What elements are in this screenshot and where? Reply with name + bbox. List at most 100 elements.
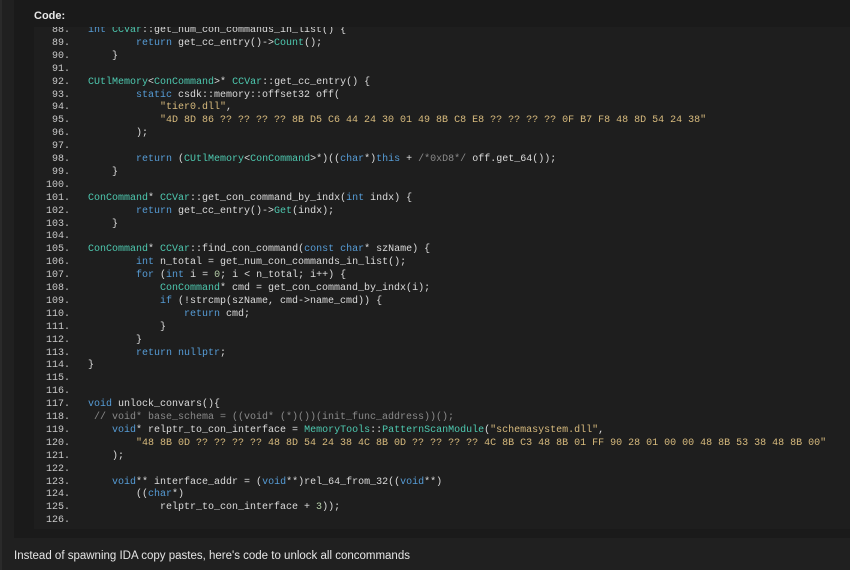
code-token: >*)(( [310, 154, 341, 165]
code-token: for [136, 270, 161, 282]
code-token: } [88, 166, 119, 178]
code-line: 113. return nullptr; [34, 347, 850, 360]
code-token: int [136, 257, 161, 269]
line-number: 89. [51, 37, 70, 49]
code-token: return [136, 154, 179, 165]
code-line: 122. [34, 463, 850, 476]
code-text: void unlock_convars(){ [88, 398, 220, 411]
line-number: 91. [51, 63, 70, 75]
code-token: * relptr_to_con_interface = [136, 424, 305, 436]
code-token: * szName) { [364, 244, 431, 256]
code-token: void [262, 476, 287, 488]
line-number: 112. [45, 334, 70, 346]
code-token: } [88, 321, 167, 333]
code-token: } [88, 50, 119, 62]
code-line: 91. [34, 63, 850, 76]
code-line: 106. int n_total = get_num_con_commands_… [34, 256, 850, 269]
post-body-text: Instead of spawning IDA copy pastes, her… [14, 550, 410, 562]
line-number: 105. [45, 244, 70, 256]
code-token: static [136, 89, 179, 101]
code-line: 93. static csdk::memory::offset32 off( [34, 89, 850, 102]
code-token: :: [370, 424, 383, 436]
code-line: 117. void unlock_convars(){ [34, 398, 850, 411]
code-token: ::get_num_con_commands_in_list() { [142, 27, 347, 36]
code-line: 97. [34, 140, 850, 153]
line-number: 102. [45, 205, 70, 217]
code-text: if (!strcmp(szName, cmd->name_cmd)) { [88, 295, 382, 308]
code-line: 125. relptr_to_con_interface + 3)); [34, 501, 850, 514]
code-text: ConCommand* CCVar::get_con_command_by_in… [88, 192, 412, 205]
line-number: 96. [51, 128, 70, 140]
code-text: int CCVar::get_num_con_commands_in_list(… [88, 27, 346, 37]
code-text: } [88, 218, 118, 231]
forum-post: Code: 88. int CCVar::get_num_con_commands… [0, 0, 850, 570]
code-token: char [148, 489, 173, 501]
line-number: 119. [45, 424, 70, 436]
line-number: 103. [45, 218, 70, 230]
line-number: 106. [45, 257, 70, 269]
code-text: return nullptr; [88, 347, 226, 360]
code-text: } [88, 50, 118, 63]
code-token: Get [274, 205, 293, 217]
code-line: 95. "4D 8D 86 ?? ?? ?? ?? 8B D5 C6 44 24… [34, 114, 850, 127]
code-token: * [148, 192, 161, 204]
line-number: 92. [51, 76, 70, 88]
code-line: 123. void** interface_addr = (void**)rel… [34, 476, 850, 489]
line-number: 94. [51, 102, 70, 114]
code-line: 92. CUtlMemory<ConCommand>* CCVar::get_cc… [34, 76, 850, 89]
line-number: 95. [51, 115, 70, 127]
line-number: 99. [51, 166, 70, 178]
code-token: >* [214, 76, 233, 88]
code-text: ConCommand* cmd = get_con_command_by_ind… [88, 282, 430, 295]
code-token: const char [304, 244, 365, 256]
code-line: 121. ); [34, 450, 850, 463]
code-area[interactable]: 88. int CCVar::get_num_con_commands_in_li… [34, 27, 850, 529]
line-number: 97. [51, 141, 70, 153]
code-text: ); [88, 127, 148, 140]
code-token: CUtlMemory [88, 76, 149, 88]
code-token: , [226, 102, 233, 114]
code-token: (( [88, 489, 149, 501]
code-token: indx) { [370, 192, 413, 204]
code-line: 96. ); [34, 127, 850, 140]
code-text: "4D 8D 86 ?? ?? ?? ?? 8B D5 C6 44 24 30 … [88, 114, 706, 127]
code-header-label: Code: [34, 10, 66, 22]
code-text: for (int i = 0; i < n_total; i++) { [88, 269, 346, 282]
code-line: 104. [34, 230, 850, 243]
code-line: 90. } [34, 50, 850, 63]
code-token: , [598, 424, 605, 436]
code-line: 110. return cmd; [34, 308, 850, 321]
line-number: 88. [51, 27, 70, 36]
line-number: 116. [45, 386, 70, 398]
line-number: 121. [45, 450, 70, 462]
code-token: CUtlMemory [184, 154, 245, 165]
code-token: off.get_64()); [472, 154, 557, 165]
code-token: int [166, 270, 191, 282]
line-number: 108. [45, 283, 70, 294]
left-border [0, 0, 2, 570]
code-line: 115. [34, 372, 850, 385]
code-text: } [88, 166, 118, 179]
code-text: } [88, 334, 142, 347]
code-line: 89. return get_cc_entry()->Count(); [34, 37, 850, 50]
code-token: *) [364, 154, 377, 165]
line-number: 93. [51, 89, 70, 101]
code-line: 114.} [34, 359, 850, 372]
code-line: 107. for (int i = 0; i < n_total; i++) { [34, 269, 850, 282]
code-line: 116. [34, 385, 850, 398]
code-text: CUtlMemory<ConCommand>* CCVar::get_cc_en… [88, 76, 370, 89]
code-line: 109. if (!strcmp(szName, cmd->name_cmd))… [34, 295, 850, 308]
code-token: PatternScanModule [382, 424, 485, 436]
code-token: void [112, 476, 137, 488]
code-token: ; [220, 347, 227, 359]
line-number: 109. [45, 295, 70, 307]
code-token: char [340, 154, 365, 165]
code-line: 119. void* relptr_to_con_interface = Mem… [34, 424, 850, 437]
code-text: ); [88, 450, 124, 463]
